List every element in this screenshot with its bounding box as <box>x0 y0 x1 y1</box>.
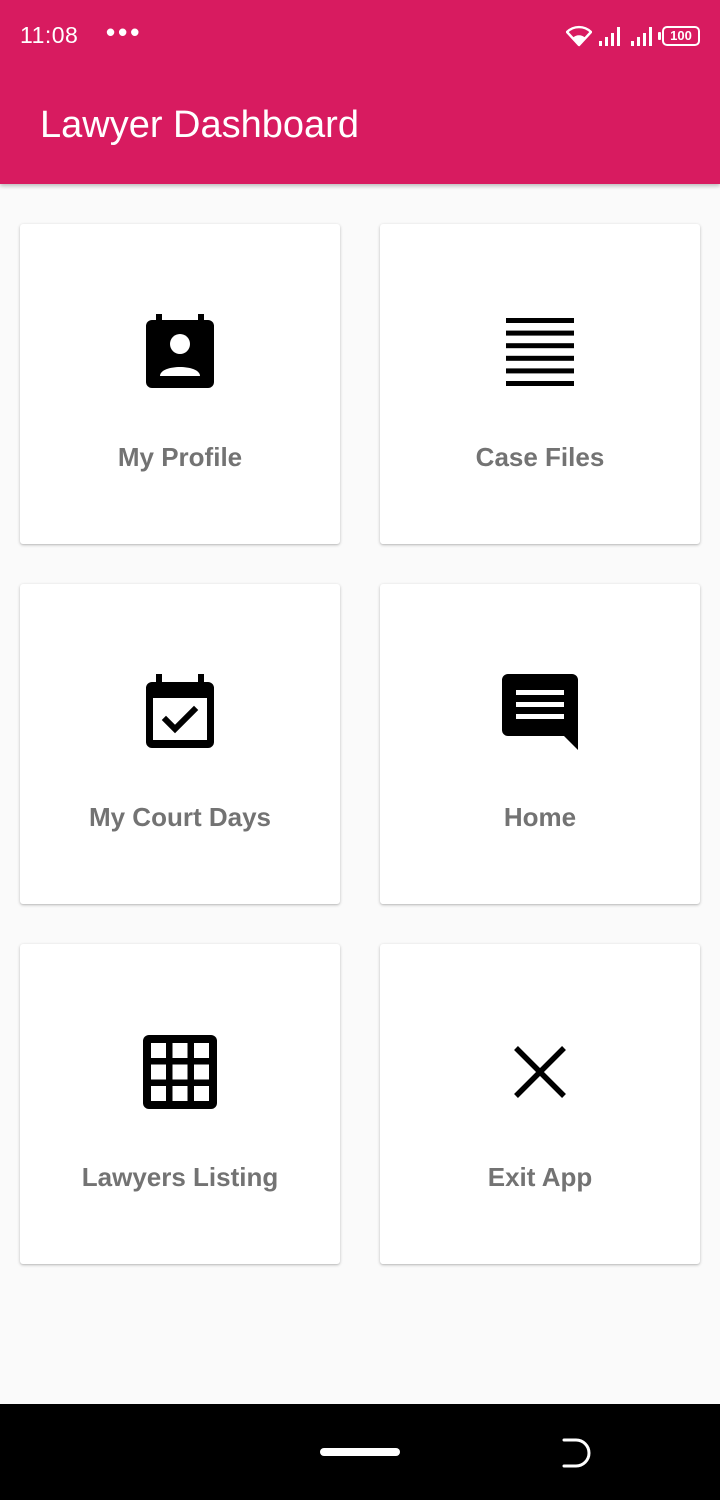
chat-message-icon <box>500 672 580 752</box>
grid-icon <box>140 1032 220 1112</box>
lawyers-listing-card[interactable]: Lawyers Listing <box>20 944 340 1264</box>
card-label: Home <box>503 802 577 832</box>
page-title: Lawyer Dashboard <box>40 104 359 146</box>
card-label: My Profile <box>117 442 243 472</box>
home-gesture-pill[interactable] <box>320 1448 400 1456</box>
status-icons: 100 <box>566 22 700 50</box>
my-profile-card[interactable]: My Profile <box>20 224 340 544</box>
card-label: Lawyers Listing <box>81 1162 279 1192</box>
battery-icon: 100 <box>658 26 700 46</box>
home-card[interactable]: Home <box>380 584 700 904</box>
signal-icon-2 <box>631 27 652 46</box>
app-bar: 11:08 ••• 100 Lawyer Dashboard <box>0 0 720 184</box>
list-lines-icon <box>500 312 580 392</box>
event-available-icon <box>140 672 220 752</box>
exit-app-card[interactable]: Exit App <box>380 944 700 1264</box>
status-time: 11:08 <box>20 22 79 48</box>
dashboard-grid: My Profile Case Files My Court Days Home… <box>20 224 700 1264</box>
card-label: My Court Days <box>88 802 272 832</box>
system-nav-bar <box>0 1404 720 1500</box>
close-icon <box>500 1032 580 1112</box>
card-label: Exit App <box>487 1162 593 1192</box>
signal-icon <box>599 27 620 46</box>
wifi-icon <box>566 25 592 47</box>
status-bar: 11:08 ••• 100 <box>0 0 720 72</box>
my-court-days-card[interactable]: My Court Days <box>20 584 340 904</box>
contact-calendar-icon <box>140 312 220 392</box>
case-files-card[interactable]: Case Files <box>380 224 700 544</box>
notification-dots: ••• <box>106 17 143 47</box>
battery-level: 100 <box>670 28 692 43</box>
card-label: Case Files <box>475 442 605 472</box>
back-gesture-icon[interactable] <box>556 1434 596 1474</box>
